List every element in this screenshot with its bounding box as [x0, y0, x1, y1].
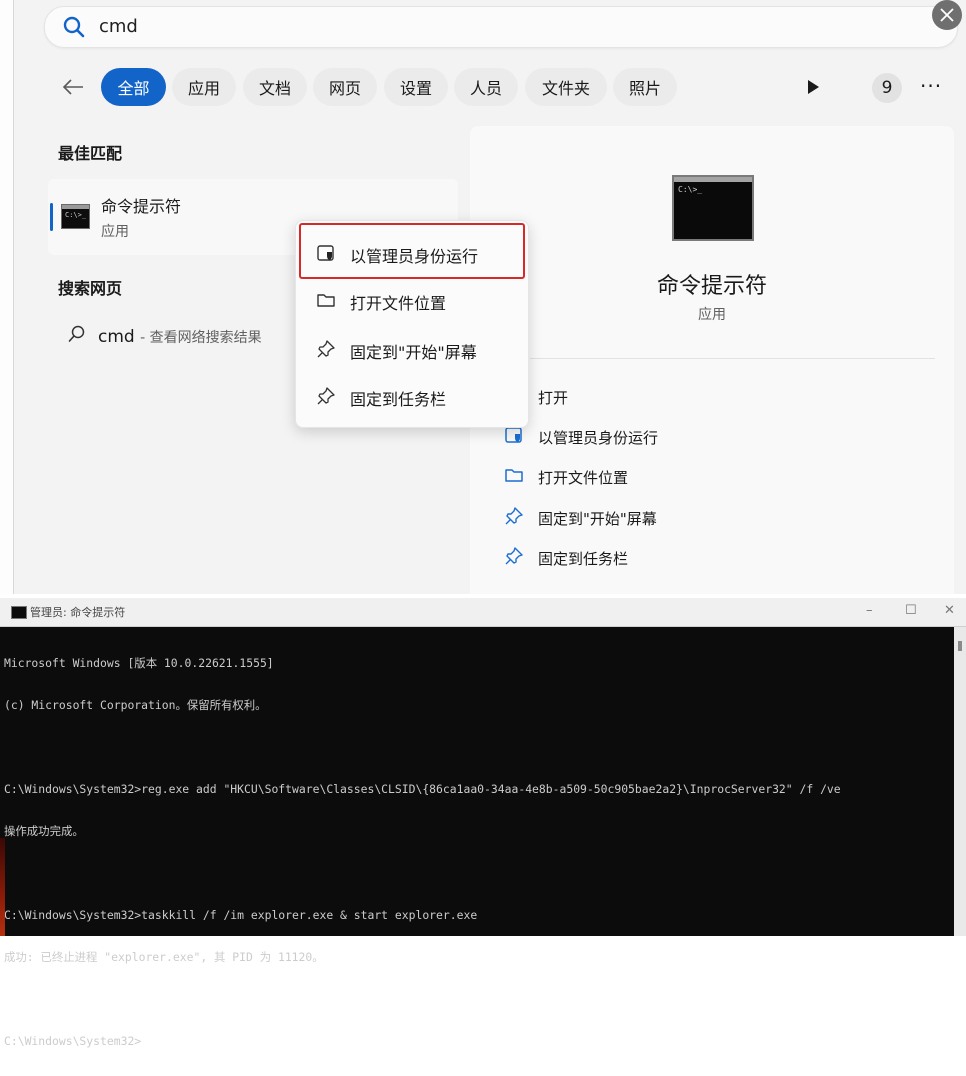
cmd-titlebar[interactable]: 管理员: 命令提示符 – ☐ ✕ — [0, 598, 966, 627]
minimize-button[interactable]: – — [866, 603, 873, 618]
console-line: ​ — [4, 992, 954, 1006]
command-prompt-icon: C:\>_ — [672, 175, 754, 241]
console-line: C:\Windows\System32> — [4, 1034, 142, 1048]
close-icon — [940, 8, 954, 22]
desktop-wallpaper-edge — [0, 838, 5, 936]
search-icon — [68, 325, 86, 348]
shield-icon — [316, 243, 336, 267]
scrollbar-thumb[interactable] — [958, 641, 962, 651]
desktop-left-strip — [0, 0, 13, 594]
menu-item-pin-to-taskbar[interactable]: 固定到任务栏 — [316, 386, 446, 410]
console-line: 成功: 已终止进程 "explorer.exe", 其 PID 为 11120。 — [4, 950, 324, 964]
console-line: ​ — [4, 866, 954, 880]
console-line: C:\Windows\System32>reg.exe add "HKCU\So… — [4, 782, 841, 796]
tab-all[interactable]: 全部 — [101, 68, 166, 106]
action-run-as-admin[interactable]: 以管理员身份运行 — [504, 425, 658, 449]
menu-item-pin-to-start[interactable]: 固定到"开始"屏幕 — [316, 339, 477, 363]
console-line: C:\Windows\System32>taskkill /f /im expl… — [4, 908, 478, 922]
maximize-button[interactable]: ☐ — [905, 603, 917, 618]
close-button[interactable] — [932, 0, 962, 30]
search-panel: cmd 全部 应用 文档 网页 设置 人员 文件夹 照片 9 ··· 最佳匹配 … — [13, 0, 966, 594]
command-prompt-window: 管理员: 命令提示符 – ☐ ✕ Microsoft Windows [版本 1… — [0, 598, 966, 1048]
tab-apps[interactable]: 应用 — [172, 68, 236, 106]
search-web-heading: 搜索网页 — [58, 279, 123, 298]
web-search-suffix: - 查看网络搜索结果 — [140, 329, 262, 346]
selection-indicator — [50, 203, 53, 231]
context-menu: 以管理员身份运行 打开文件位置 固定到"开始"屏幕 固定到任务栏 — [295, 220, 529, 428]
tab-web[interactable]: 网页 — [313, 68, 377, 106]
detail-app-name: 命令提示符 — [656, 274, 767, 299]
app-detail-pane: C:\>_ 命令提示符 应用 打开 以管理员身份运行 打开文件位置 固定到"开始… — [470, 126, 954, 594]
scrollbar[interactable] — [954, 627, 966, 936]
search-input[interactable]: cmd — [99, 16, 138, 37]
pin-icon — [316, 339, 336, 363]
detail-app-type: 应用 — [698, 307, 726, 323]
best-match-type: 应用 — [101, 224, 129, 240]
action-pin-to-start[interactable]: 固定到"开始"屏幕 — [504, 506, 657, 530]
pin-icon — [316, 386, 336, 410]
pin-icon — [504, 506, 524, 530]
tab-photos[interactable]: 照片 — [613, 68, 677, 106]
close-window-button[interactable]: ✕ — [944, 603, 955, 618]
action-pin-to-taskbar[interactable]: 固定到任务栏 — [504, 546, 628, 570]
best-match-heading: 最佳匹配 — [58, 144, 123, 163]
folder-icon — [504, 465, 524, 489]
console-line: ​ — [4, 740, 954, 754]
console-line: Microsoft Windows [版本 10.0.22621.1555] — [4, 656, 274, 670]
folder-icon — [316, 290, 336, 314]
action-open-file-location[interactable]: 打开文件位置 — [504, 465, 628, 489]
web-search-query: cmd — [98, 326, 135, 347]
command-prompt-icon: C:\>_ — [61, 204, 90, 229]
console-line: (c) Microsoft Corporation。保留所有权利。 — [4, 698, 267, 712]
best-match-name: 命令提示符 — [101, 197, 182, 216]
web-search-item[interactable]: cmd - 查看网络搜索结果 — [68, 325, 262, 348]
menu-item-run-as-admin[interactable]: 以管理员身份运行 — [316, 243, 478, 267]
more-options-button[interactable]: ··· — [920, 74, 942, 98]
divider — [530, 358, 935, 359]
console-output[interactable]: Microsoft Windows [版本 10.0.22621.1555] (… — [4, 628, 954, 1048]
shield-icon — [504, 425, 524, 449]
play-icon[interactable] — [806, 79, 820, 99]
console-line: 操作成功完成。 — [4, 824, 84, 838]
tab-settings[interactable]: 设置 — [384, 68, 448, 106]
tab-folders[interactable]: 文件夹 — [525, 68, 607, 106]
result-count-badge[interactable]: 9 — [872, 73, 902, 103]
tab-people[interactable]: 人员 — [454, 68, 518, 106]
cmd-window-title: 管理员: 命令提示符 — [30, 606, 126, 619]
tab-documents[interactable]: 文档 — [243, 68, 307, 106]
pin-icon — [504, 546, 524, 570]
command-prompt-icon — [11, 606, 27, 619]
menu-item-open-file-location[interactable]: 打开文件位置 — [316, 290, 446, 314]
search-box[interactable]: cmd — [44, 6, 958, 48]
back-arrow-icon[interactable] — [62, 78, 84, 100]
search-icon — [63, 16, 85, 42]
